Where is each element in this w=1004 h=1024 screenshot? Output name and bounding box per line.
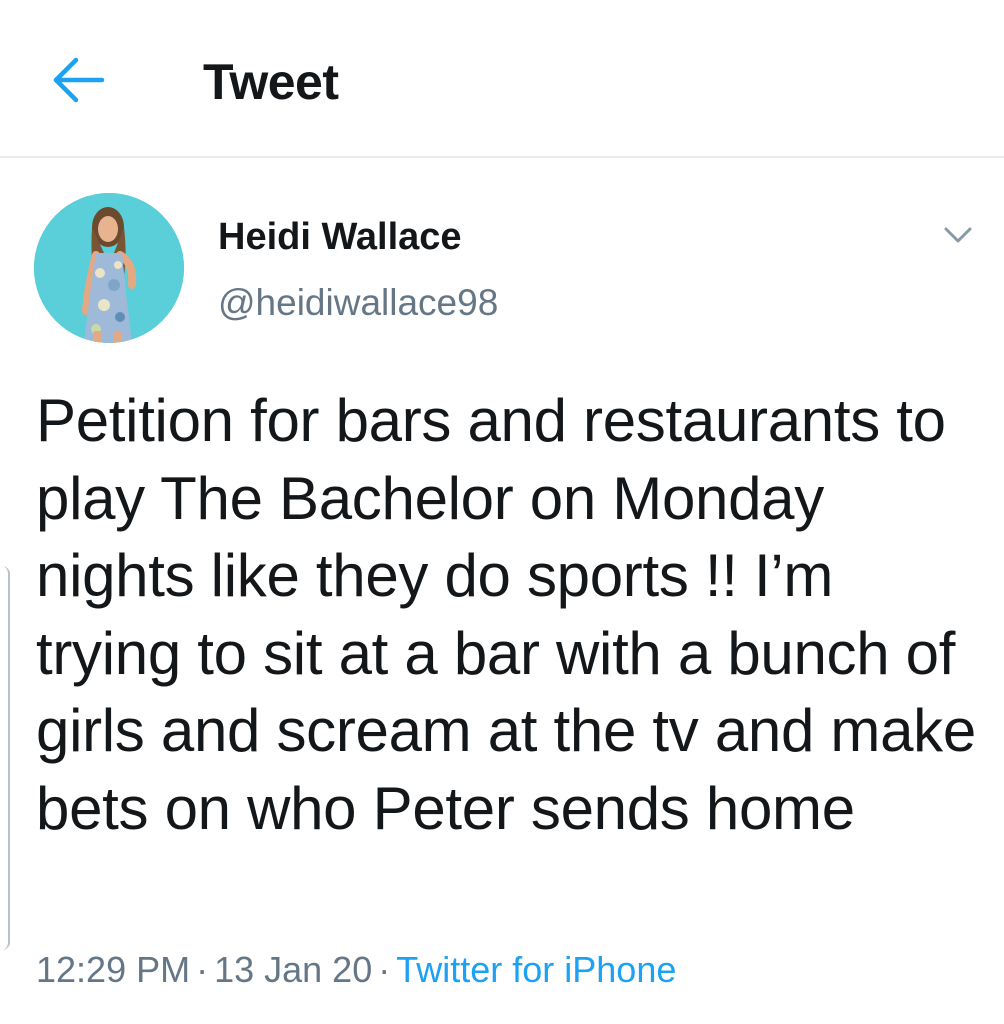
back-arrow-icon — [53, 57, 105, 103]
tweet-date: 13 Jan 20 — [214, 949, 373, 990]
author-display-name[interactable]: Heidi Wallace — [218, 214, 462, 260]
author-handle[interactable]: @heidiwallace98 — [218, 280, 498, 326]
tweet-text: Petition for bars and restaurants to pla… — [36, 387, 976, 842]
tweet-menu-button[interactable] — [938, 220, 978, 250]
app-header: Tweet — [0, 0, 1004, 158]
meta-separator: · — [196, 949, 209, 990]
avatar-photo — [34, 193, 184, 343]
back-button[interactable] — [46, 52, 110, 108]
tweet-time: 12:29 PM — [36, 949, 191, 990]
page-title: Tweet — [203, 54, 339, 110]
tweet-source-link[interactable]: Twitter for iPhone — [396, 949, 676, 990]
avatar[interactable] — [34, 193, 184, 343]
meta-separator: · — [378, 949, 391, 990]
edge-handle — [0, 566, 10, 950]
chevron-down-icon — [944, 227, 972, 243]
tweet-meta: 12:29 PM · 13 Jan 20 · Twitter for iPhone — [36, 948, 676, 992]
